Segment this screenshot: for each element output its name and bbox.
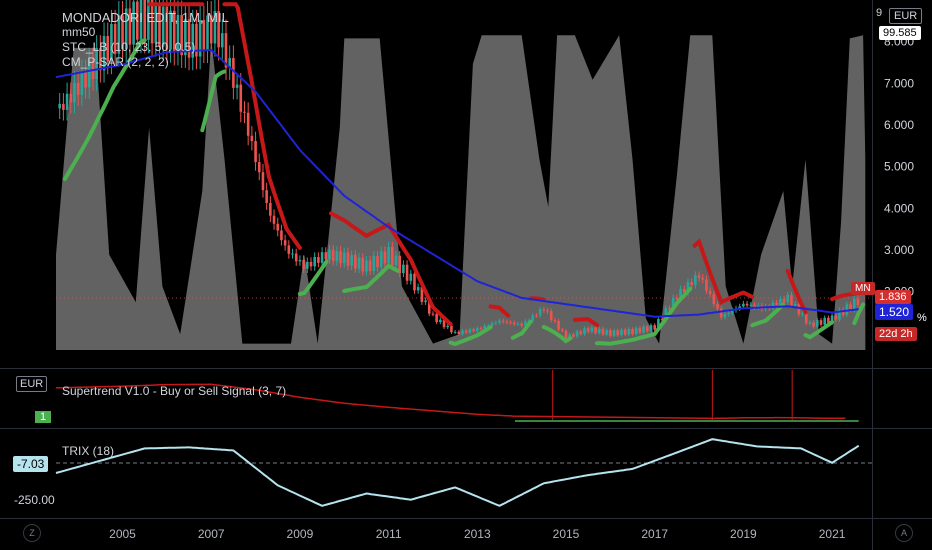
- time-tick: 2005: [109, 527, 136, 541]
- legend-ma[interactable]: mm50: [62, 25, 229, 40]
- symbol-title[interactable]: MONDADORI EDIT, 1M, MIL: [62, 10, 229, 25]
- supertrend-currency-button[interactable]: EUR: [16, 376, 48, 392]
- supertrend-signal-badge: 1: [35, 411, 52, 423]
- ma-value-tag: 1.520: [875, 304, 914, 320]
- auto-scale-button[interactable]: A: [895, 524, 913, 542]
- trix-tick: -250.00: [14, 493, 55, 507]
- last-price-red-tag: 1.836: [875, 290, 911, 304]
- price-tick: 6.000: [884, 118, 914, 132]
- trix-line: [55, 438, 860, 507]
- pct-label: %: [917, 312, 927, 324]
- time-tick: 2021: [819, 527, 846, 541]
- time-tick: 2017: [641, 527, 668, 541]
- time-tick: 2013: [464, 527, 491, 541]
- trix-value-tag: -7.03: [13, 456, 49, 472]
- time-tick: 2011: [376, 527, 402, 541]
- price-tick: 4.000: [884, 201, 914, 215]
- time-tick: 2015: [553, 527, 580, 541]
- supertrend-spikes: [552, 370, 793, 420]
- price-tick: 5.000: [884, 160, 914, 174]
- trix-label[interactable]: TRIX (18): [62, 444, 114, 459]
- supertrend-label[interactable]: Supertrend V1.0 - Buy or Sell Signal (3,…: [62, 384, 286, 399]
- price-pane[interactable]: 8.0007.0006.0005.0004.0003.0002.000 2005…: [0, 0, 932, 550]
- time-tick: 2019: [730, 527, 757, 541]
- timezone-button[interactable]: Z: [23, 524, 41, 542]
- time-tick: 2009: [287, 527, 314, 541]
- time-tick: 2007: [198, 527, 225, 541]
- ma50-line: [55, 48, 859, 318]
- countdown-tag: 22d 2h: [875, 327, 917, 341]
- price-tick: 7.000: [884, 76, 914, 90]
- price-box: 99.585: [879, 26, 921, 40]
- legend-sar[interactable]: CM_P-SAR (2, 2, 2): [62, 55, 229, 70]
- stc-area: [56, 35, 866, 350]
- price-axis: 8.0007.0006.0005.0004.0003.0002.000: [884, 35, 914, 299]
- currency-button[interactable]: EUR: [889, 8, 923, 24]
- axis-nine: 9: [876, 7, 883, 19]
- chart-legend: MONDADORI EDIT, 1M, MIL mm50 STC_LB (10,…: [62, 10, 229, 70]
- mn-tag: MN: [851, 282, 875, 295]
- price-tick: 3.000: [884, 243, 914, 257]
- legend-stc[interactable]: STC_LB (10, 23, 50, 0.5): [62, 40, 229, 55]
- time-axis: 2005 2007 2009 2011 2013 2015 2017 2019 2021: [109, 527, 846, 541]
